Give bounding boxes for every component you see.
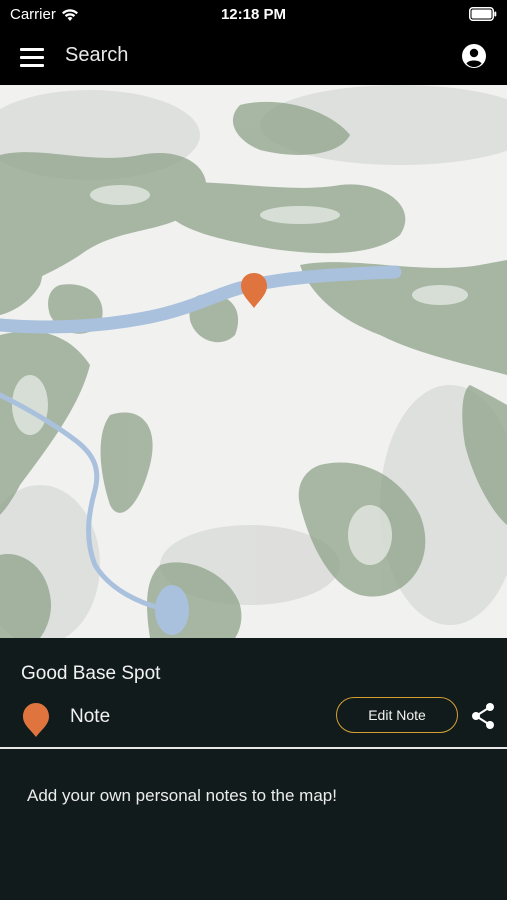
divider [0,747,507,749]
status-bar: Carrier 12:18 PM [0,0,507,30]
note-detail-panel: Good Base Spot Note Edit Note Add your o… [0,638,507,900]
top-app-bar: Search [0,30,507,85]
account-circle-icon[interactable] [461,43,487,69]
battery-icon [469,7,497,21]
edit-note-button[interactable]: Edit Note [336,697,458,733]
note-title: Good Base Spot [21,663,161,684]
hamburger-menu-icon[interactable] [20,44,46,70]
status-time: 12:18 PM [220,6,287,23]
search-field[interactable]: Search [65,44,128,67]
note-type-label: Note [70,706,111,727]
map-marker-icon [23,703,49,737]
share-icon[interactable] [470,702,496,730]
note-body-text: Add your own personal notes to the map! [27,786,337,805]
topo-map[interactable] [0,85,507,638]
map-canvas[interactable] [0,85,507,638]
